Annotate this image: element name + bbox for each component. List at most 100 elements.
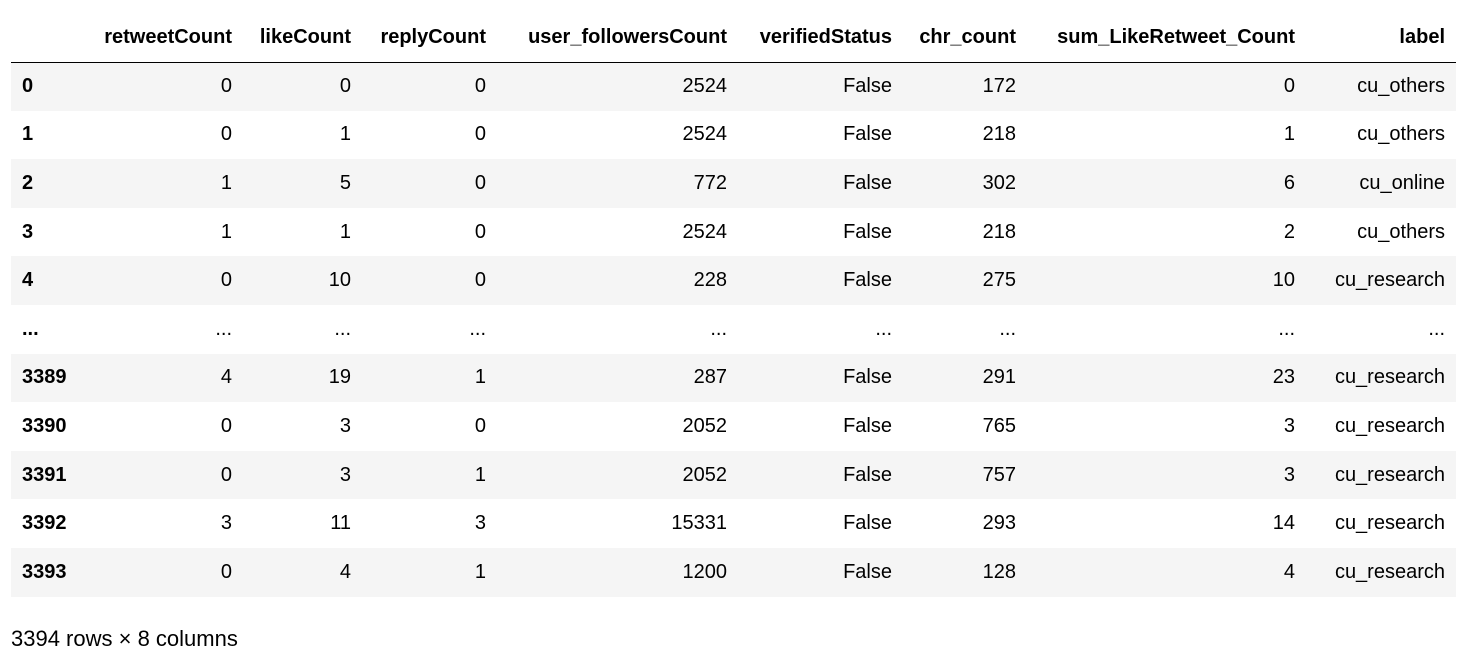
table-cell: 1 — [220, 220, 232, 243]
table-cell: 772 — [693, 171, 727, 194]
table-cell: cu_research — [1334, 414, 1445, 437]
column-header: replyCount — [362, 14, 497, 63]
table-cell: False — [843, 171, 892, 194]
table-cell: 4 — [220, 366, 232, 389]
table-row: 2 1 5 0 772 False 302 6 cu_online — [11, 159, 1456, 208]
table-cell: 228 — [693, 269, 727, 292]
table-cell: 3 — [1283, 414, 1295, 437]
table-cell: cu_research — [1334, 463, 1445, 486]
row-index: 3 — [22, 220, 34, 243]
table-cell: 4 — [339, 560, 351, 583]
table-cell: 3 — [339, 463, 351, 486]
table-cell: 3 — [1283, 463, 1295, 486]
row-index: 0 — [22, 75, 34, 98]
row-index: 3391 — [22, 463, 67, 486]
table-cell: 0 — [220, 75, 232, 98]
table-cell: 10 — [328, 269, 351, 292]
table-cell: cu_research — [1334, 269, 1445, 292]
table-cell: False — [843, 512, 892, 535]
table-row: 3389 4 19 1 287 False 291 23 cu_research — [11, 353, 1456, 403]
table-cell: 1 — [339, 220, 351, 243]
table-cell: cu_research — [1334, 366, 1445, 389]
table-cell: False — [843, 463, 892, 486]
column-header: verifiedStatus — [738, 14, 903, 63]
table-cell: 3 — [220, 512, 232, 535]
table-cell: 15331 — [671, 512, 727, 535]
row-index: 4 — [22, 269, 34, 292]
dataframe-table: retweetCount likeCount replyCount user_foll… — [11, 14, 1456, 597]
table-cell: 2052 — [682, 414, 728, 437]
table-cell: 275 — [982, 269, 1016, 292]
table-cell: 2524 — [682, 123, 728, 146]
table-cell: cu_others — [1357, 220, 1445, 243]
table-row: 4 0 10 0 228 False 275 10 cu_research — [11, 256, 1456, 305]
column-header: sum_LikeRetweet_Count — [1027, 14, 1306, 63]
table-cell: 757 — [982, 463, 1016, 486]
table-cell: 0 — [220, 560, 232, 583]
table-cell: 2524 — [682, 75, 728, 98]
table-cell: 19 — [328, 366, 351, 389]
table-cell: ... — [1278, 317, 1295, 340]
dataframe-shape-footer: 3394 rows × 8 columns — [11, 626, 238, 651]
table-cell: 1200 — [682, 560, 728, 583]
table-cell: 128 — [982, 560, 1016, 583]
table-row: ........................... — [11, 304, 1456, 354]
table-cell: 0 — [474, 171, 486, 194]
table-cell: False — [843, 220, 892, 243]
table-cell: 0 — [1283, 75, 1295, 98]
table-cell: 3 — [339, 414, 351, 437]
table-row: 1 0 1 0 2524 False 218 1 cu_others — [11, 110, 1456, 160]
table-cell: cu_research — [1334, 512, 1445, 535]
table-cell: 172 — [982, 75, 1016, 98]
row-index: ... — [22, 317, 39, 340]
table-cell: 0 — [474, 75, 486, 98]
table-cell: 23 — [1272, 366, 1295, 389]
table-cell: 1 — [1283, 123, 1295, 146]
column-header: label — [1306, 14, 1456, 63]
table-cell: 11 — [330, 512, 351, 535]
table-cell: 0 — [474, 123, 486, 146]
column-header: likeCount — [243, 14, 362, 63]
table-cell: 14 — [1272, 512, 1295, 535]
table-row: 3391 0 3 1 2052 False 757 3 cu_research — [11, 450, 1456, 500]
row-index: 2 — [22, 171, 34, 194]
table-cell: 302 — [982, 171, 1016, 194]
table-body: 0 0 0 0 2524 False 172 0 cu_others 1 0 1 0 2524 False 2… — [11, 62, 1456, 597]
row-index: 1 — [22, 123, 34, 146]
row-index: 3393 — [22, 560, 67, 583]
table-cell: 1 — [339, 123, 351, 146]
table-cell: 1 — [474, 366, 486, 389]
table-cell: 0 — [220, 269, 232, 292]
row-index: 3392 — [22, 512, 67, 535]
table-cell: cu_online — [1359, 171, 1445, 194]
table-cell: 10 — [1272, 269, 1295, 292]
table-cell: cu_others — [1357, 75, 1445, 98]
table-cell: 5 — [339, 171, 351, 194]
row-index: 3390 — [22, 414, 67, 437]
dataframe-output: retweetCount likeCount replyCount user_foll… — [0, 0, 1484, 664]
table-cell: 0 — [220, 463, 232, 486]
table-row: 3392 3 11 3 15331 False 293 14 cu_research — [11, 499, 1456, 548]
table-cell: 0 — [220, 414, 232, 437]
row-index: 3389 — [22, 366, 67, 389]
table-cell: cu_research — [1334, 560, 1445, 583]
table-cell: 3 — [474, 512, 486, 535]
table-cell: 291 — [982, 366, 1016, 389]
table-cell: False — [843, 366, 892, 389]
table-cell: ... — [875, 317, 892, 340]
table-cell: 4 — [1283, 560, 1295, 583]
table-cell: 1 — [474, 560, 486, 583]
table-cell: False — [843, 269, 892, 292]
table-cell: 293 — [982, 512, 1016, 535]
column-header: user_followersCount — [497, 14, 738, 63]
table-cell: 218 — [982, 220, 1016, 243]
table-cell: ... — [710, 317, 727, 340]
table-cell: ... — [1428, 317, 1445, 340]
column-header: retweetCount — [80, 14, 243, 63]
index-header — [11, 14, 80, 63]
table-cell: ... — [334, 317, 351, 340]
table-cell: 1 — [220, 171, 232, 194]
header-row: retweetCount likeCount replyCount user_foll… — [11, 14, 1456, 63]
table-row: 3390 0 3 0 2052 False 765 3 cu_research — [11, 402, 1456, 451]
table-row: 3 1 1 0 2524 False 218 2 cu_others — [11, 207, 1456, 257]
